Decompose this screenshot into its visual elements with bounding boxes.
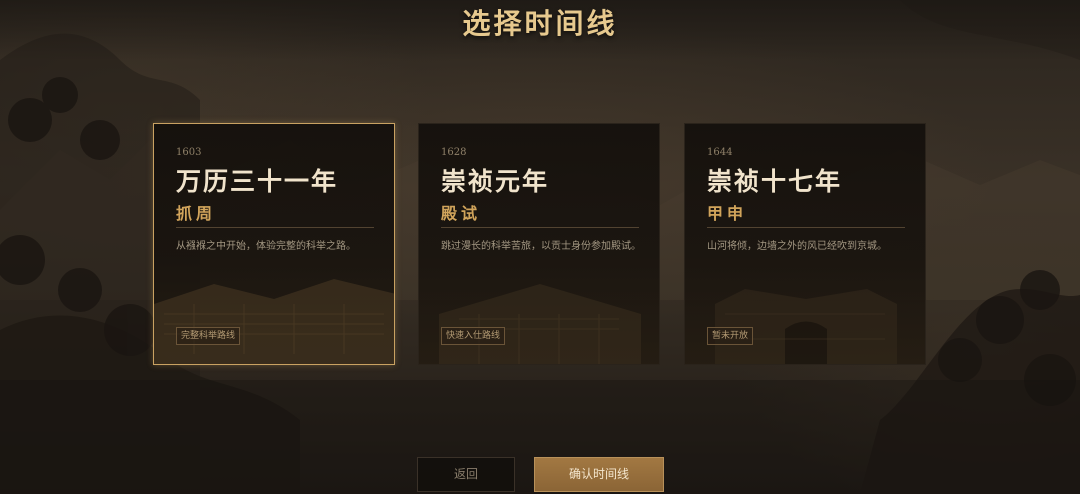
timeline-subtitle: 殿试 [441, 204, 482, 223]
timeline-route-tag: 快速入仕路线 [441, 327, 506, 345]
timeline-description: 山河将倾，边墙之外的风已经吹到京城。 [707, 241, 887, 252]
timeline-card-1603[interactable]: 1603 万历三十一年 抓周 从襁褓之中开始，体验完整的科举之路。 完整科举路线 [153, 123, 395, 365]
page-title: 选择时间线 [462, 7, 618, 40]
timeline-route-tag: 完整科举路线 [176, 327, 241, 345]
gate-scene-art [715, 289, 897, 364]
timeline-title: 崇祯元年 [441, 167, 550, 196]
timeline-year: 1628 [441, 147, 467, 158]
timeline-subtitle: 抓周 [176, 204, 217, 223]
timeline-card-1644[interactable]: 1644 崇祯十七年 甲申 山河将倾，边墙之外的风已经吹到京城。 暂未开放 [684, 123, 926, 365]
timeline-year: 1644 [707, 147, 733, 158]
card-divider [441, 227, 639, 228]
card-divider [707, 227, 905, 228]
back-button[interactable]: 返回 [417, 457, 515, 492]
timeline-year: 1603 [176, 147, 202, 158]
timeline-description: 跳过漫长的科举苦旅，以贡士身份参加殿试。 [441, 241, 641, 252]
timeline-title: 万历三十一年 [176, 167, 339, 196]
confirm-timeline-button[interactable]: 确认时间线 [534, 457, 664, 492]
timeline-title: 崇祯十七年 [707, 167, 843, 196]
timeline-description: 从襁褓之中开始，体验完整的科举之路。 [176, 241, 356, 252]
palace-scene-art [154, 279, 394, 364]
timeline-card-1628[interactable]: 1628 崇祯元年 殿试 跳过漫长的科举苦旅，以贡士身份参加殿试。 快速入仕路线 [418, 123, 660, 365]
hall-scene-art [439, 284, 641, 364]
card-divider [176, 227, 374, 228]
timeline-subtitle: 甲申 [707, 204, 748, 223]
timeline-status-tag: 暂未开放 [707, 327, 754, 345]
